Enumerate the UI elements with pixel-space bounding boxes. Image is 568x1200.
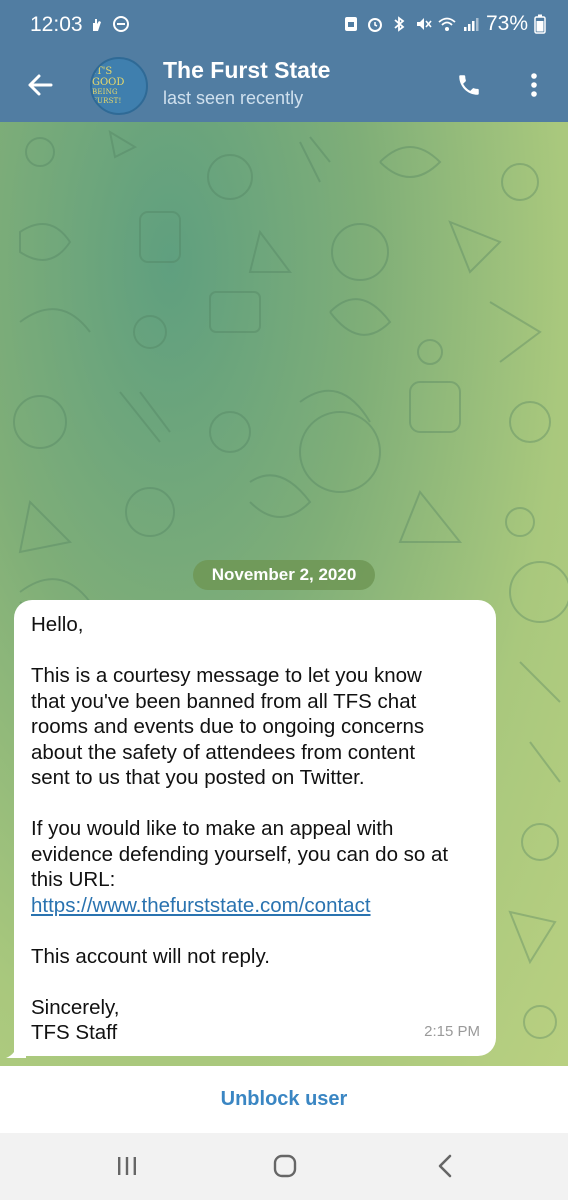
system-nav-bar xyxy=(0,1133,568,1200)
message-signature: TFS Staff xyxy=(31,1021,118,1044)
avatar-text-line1: IT'S GOOD xyxy=(92,66,125,88)
more-options-button[interactable] xyxy=(516,64,552,106)
alarm-icon xyxy=(367,18,382,32)
hand-icon xyxy=(93,19,101,31)
message-line: This account will not reply. xyxy=(31,944,270,968)
message-link[interactable]: https://www.thefurststate.com/contact xyxy=(31,893,478,919)
status-bar: 12:03 73% xyxy=(0,0,568,52)
bluetooth-icon xyxy=(394,16,405,32)
date-chip: November 2, 2020 xyxy=(193,560,375,590)
message-line: about the safety of attendees from conte… xyxy=(31,740,416,764)
message-line: sent to us that you posted on Twitter. xyxy=(31,766,365,789)
message-line: that you've been banned from all TFS cha… xyxy=(31,689,417,713)
mute-icon xyxy=(416,18,432,30)
chat-area[interactable]: November 2, 2020 Hello, This is a courte… xyxy=(0,122,568,1066)
do-not-disturb-icon xyxy=(113,16,129,32)
sim-icon xyxy=(344,17,357,31)
unblock-user-button[interactable]: Unblock user xyxy=(221,1088,348,1111)
back-icon[interactable] xyxy=(434,1153,458,1179)
status-time: 12:03 xyxy=(30,13,83,36)
status-right: 73% xyxy=(342,12,546,36)
message-line: evidence defending yourself, you can do … xyxy=(31,842,449,866)
wifi-icon xyxy=(438,17,456,31)
chat-subtitle: last seen recently xyxy=(163,88,304,108)
message-line: this URL: xyxy=(31,868,116,891)
message-signoff: Sincerely, xyxy=(31,995,120,1019)
bubble-tail xyxy=(6,1042,26,1058)
battery-icon xyxy=(534,14,546,34)
message-line: This is a courtesy message to let you kn… xyxy=(31,664,422,687)
message-line: rooms and events due to ongoing concerns xyxy=(31,715,425,738)
call-button[interactable] xyxy=(448,64,490,106)
message-bubble[interactable]: Hello, This is a courtesy message to let… xyxy=(14,600,496,1056)
signal-icon xyxy=(463,18,479,31)
chat-header: IT'S GOOD BEING FURST! The Furst State l… xyxy=(0,52,568,122)
recents-icon[interactable] xyxy=(114,1154,140,1178)
message-greeting: Hello, xyxy=(31,613,84,636)
avatar[interactable]: IT'S GOOD BEING FURST! xyxy=(90,57,148,115)
avatar-text-line2: BEING FURST! xyxy=(92,88,122,105)
battery-percent: 73% xyxy=(485,12,528,35)
chat-title[interactable]: The Furst State xyxy=(163,57,330,84)
unblock-bar: Unblock user xyxy=(0,1066,568,1133)
home-icon[interactable] xyxy=(272,1153,298,1179)
message-line: If you would like to make an appeal with xyxy=(31,817,394,840)
status-left-icons xyxy=(88,15,130,33)
more-vert-icon xyxy=(531,73,537,97)
back-arrow-icon xyxy=(28,74,53,96)
back-button[interactable] xyxy=(20,65,60,105)
message-time: 2:15 PM xyxy=(424,1022,480,1040)
phone-icon xyxy=(459,75,479,95)
